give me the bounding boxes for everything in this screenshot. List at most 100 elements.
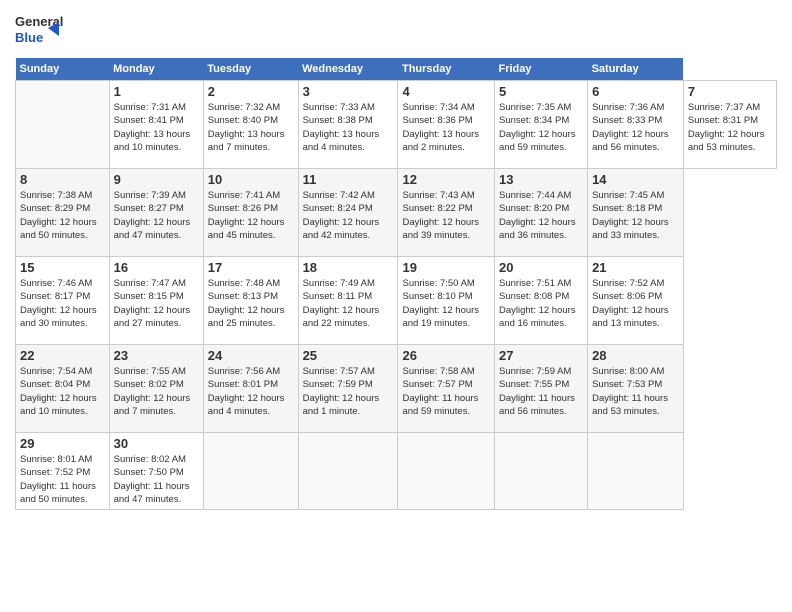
calendar-cell: 9Sunrise: 7:39 AMSunset: 8:27 PMDaylight… <box>109 169 203 257</box>
sunrise-text: Sunrise: 7:51 AM <box>499 278 571 289</box>
sunset-text: Sunset: 8:26 PM <box>208 203 278 214</box>
daylight-text: Daylight: 12 hours and 27 minutes. <box>114 305 191 329</box>
sunset-text: Sunset: 8:08 PM <box>499 291 569 302</box>
sunset-text: Sunset: 8:41 PM <box>114 115 184 126</box>
day-number: 22 <box>20 348 105 363</box>
header-row: SundayMondayTuesdayWednesdayThursdayFrid… <box>16 58 777 81</box>
calendar-week-3: 15Sunrise: 7:46 AMSunset: 8:17 PMDayligh… <box>16 257 777 345</box>
calendar-cell: 11Sunrise: 7:42 AMSunset: 8:24 PMDayligh… <box>298 169 398 257</box>
sunset-text: Sunset: 8:34 PM <box>499 115 569 126</box>
calendar-cell: 3Sunrise: 7:33 AMSunset: 8:38 PMDaylight… <box>298 81 398 169</box>
day-info: Sunrise: 7:35 AM Sunset: 8:34 PM Daylight:… <box>499 101 583 154</box>
calendar-cell: 7Sunrise: 7:37 AMSunset: 8:31 PMDaylight… <box>683 81 776 169</box>
day-info: Sunrise: 7:51 AM Sunset: 8:08 PM Daylight:… <box>499 277 583 330</box>
day-info: Sunrise: 7:39 AMSunset: 8:27 PMDaylight:… <box>114 189 199 242</box>
sunrise-text: Sunrise: 7:36 AM <box>592 102 664 113</box>
sunrise-text: Sunrise: 7:33 AM <box>303 102 375 113</box>
calendar-week-1: 1 Sunrise: 7:31 AMSunset: 8:41 PMDaylight… <box>16 81 777 169</box>
day-info: Sunrise: 7:43 AMSunset: 8:22 PMDaylight:… <box>402 189 490 242</box>
day-info: Sunrise: 7:31 AMSunset: 8:41 PMDaylight:… <box>114 101 199 154</box>
sunset-text: Sunset: 8:18 PM <box>592 203 662 214</box>
day-info: Sunrise: 7:57 AMSunset: 7:59 PMDaylight:… <box>303 365 394 418</box>
day-info: Sunrise: 7:59 AM Sunset: 7:55 PM Daylight:… <box>499 365 583 418</box>
calendar-cell <box>398 433 495 510</box>
daylight-text: Daylight: 12 hours and 10 minutes. <box>20 393 97 417</box>
daylight-text: Daylight: 12 hours and 45 minutes. <box>208 217 285 241</box>
day-number: 4 <box>402 84 490 99</box>
day-number: 13 <box>499 172 583 187</box>
day-number: 27 <box>499 348 583 363</box>
daylight-text: Daylight: 12 hours and 59 minutes. <box>499 129 576 153</box>
sunrise-text: Sunrise: 7:55 AM <box>114 366 186 377</box>
daylight-text: Daylight: 13 hours and 7 minutes. <box>208 129 285 153</box>
daylight-text: Daylight: 12 hours and 16 minutes. <box>499 305 576 329</box>
day-info: Sunrise: 7:48 AMSunset: 8:13 PMDaylight:… <box>208 277 294 330</box>
sunrise-text: Sunrise: 7:52 AM <box>592 278 664 289</box>
sunrise-text: Sunrise: 7:46 AM <box>20 278 92 289</box>
sunrise-text: Sunrise: 7:35 AM <box>499 102 571 113</box>
daylight-text: Daylight: 11 hours and 56 minutes. <box>499 393 575 417</box>
sunset-text: Sunset: 8:38 PM <box>303 115 373 126</box>
sunset-text: Sunset: 8:29 PM <box>20 203 90 214</box>
calendar-week-5: 29 Sunrise: 8:01 AMSunset: 7:52 PMDayligh… <box>16 433 777 510</box>
day-number: 24 <box>208 348 294 363</box>
day-number: 20 <box>499 260 583 275</box>
day-info: Sunrise: 7:38 AMSunset: 8:29 PMDaylight:… <box>20 189 105 242</box>
day-number: 1 <box>114 84 199 99</box>
sunrise-text: Sunrise: 7:59 AM <box>499 366 571 377</box>
daylight-text: Daylight: 12 hours and 33 minutes. <box>592 217 669 241</box>
sunset-text: Sunset: 8:01 PM <box>208 379 278 390</box>
sunset-text: Sunset: 7:55 PM <box>499 379 569 390</box>
calendar-week-4: 22Sunrise: 7:54 AMSunset: 8:04 PMDayligh… <box>16 345 777 433</box>
daylight-text: Daylight: 12 hours and 7 minutes. <box>114 393 191 417</box>
calendar-cell: 30Sunrise: 8:02 AMSunset: 7:50 PMDayligh… <box>109 433 203 510</box>
daylight-text: Daylight: 11 hours and 53 minutes. <box>592 393 668 417</box>
sunrise-text: Sunrise: 7:57 AM <box>303 366 375 377</box>
day-number: 29 <box>20 436 105 451</box>
sunset-text: Sunset: 8:36 PM <box>402 115 472 126</box>
sunrise-text: Sunrise: 7:45 AM <box>592 190 664 201</box>
calendar-cell: 6Sunrise: 7:36 AMSunset: 8:33 PMDaylight… <box>588 81 684 169</box>
day-header-thursday: Thursday <box>398 58 495 81</box>
sunrise-text: Sunrise: 7:58 AM <box>402 366 474 377</box>
day-number: 26 <box>402 348 490 363</box>
sunset-text: Sunset: 7:53 PM <box>592 379 662 390</box>
calendar-cell: 15Sunrise: 7:46 AMSunset: 8:17 PMDayligh… <box>16 257 110 345</box>
day-info: Sunrise: 7:44 AMSunset: 8:20 PMDaylight:… <box>499 189 583 242</box>
day-header-monday: Monday <box>109 58 203 81</box>
sunset-text: Sunset: 8:13 PM <box>208 291 278 302</box>
daylight-text: Daylight: 11 hours and 47 minutes. <box>114 481 190 505</box>
calendar-table: SundayMondayTuesdayWednesdayThursdayFrid… <box>15 58 777 510</box>
sunset-text: Sunset: 8:06 PM <box>592 291 662 302</box>
sunset-text: Sunset: 8:02 PM <box>114 379 184 390</box>
day-number: 17 <box>208 260 294 275</box>
calendar-cell: 18Sunrise: 7:49 AMSunset: 8:11 PMDayligh… <box>298 257 398 345</box>
sunset-text: Sunset: 8:27 PM <box>114 203 184 214</box>
calendar-cell <box>495 433 588 510</box>
sunrise-text: Sunrise: 7:56 AM <box>208 366 280 377</box>
calendar-cell: 8Sunrise: 7:38 AMSunset: 8:29 PMDaylight… <box>16 169 110 257</box>
day-info: Sunrise: 8:01 AMSunset: 7:52 PMDaylight:… <box>20 453 105 506</box>
day-info: Sunrise: 7:32 AMSunset: 8:40 PMDaylight:… <box>208 101 294 154</box>
sunrise-text: Sunrise: 7:44 AM <box>499 190 571 201</box>
sunset-text: Sunset: 8:33 PM <box>592 115 662 126</box>
day-number: 2 <box>208 84 294 99</box>
sunrise-text: Sunrise: 7:34 AM <box>402 102 474 113</box>
daylight-text: Daylight: 12 hours and 1 minute. <box>303 393 380 417</box>
day-info: Sunrise: 7:36 AMSunset: 8:33 PMDaylight:… <box>592 101 679 154</box>
day-info: Sunrise: 7:47 AMSunset: 8:15 PMDaylight:… <box>114 277 199 330</box>
daylight-text: Daylight: 12 hours and 42 minutes. <box>303 217 380 241</box>
day-info: Sunrise: 7:52 AMSunset: 8:06 PMDaylight:… <box>592 277 679 330</box>
daylight-text: Daylight: 13 hours and 10 minutes. <box>114 129 191 153</box>
day-info: Sunrise: 7:33 AMSunset: 8:38 PMDaylight:… <box>303 101 394 154</box>
sunset-text: Sunset: 8:24 PM <box>303 203 373 214</box>
daylight-text: Daylight: 13 hours and 2 minutes. <box>402 129 479 153</box>
sunrise-text: Sunrise: 7:39 AM <box>114 190 186 201</box>
daylight-text: Daylight: 12 hours and 36 minutes. <box>499 217 576 241</box>
day-number: 5 <box>499 84 583 99</box>
sunset-text: Sunset: 8:40 PM <box>208 115 278 126</box>
day-number: 19 <box>402 260 490 275</box>
calendar-cell: 4 Sunrise: 7:34 AM Sunset: 8:36 PM Daylight… <box>398 81 495 169</box>
day-info: Sunrise: 7:46 AMSunset: 8:17 PMDaylight:… <box>20 277 105 330</box>
day-number: 30 <box>114 436 199 451</box>
